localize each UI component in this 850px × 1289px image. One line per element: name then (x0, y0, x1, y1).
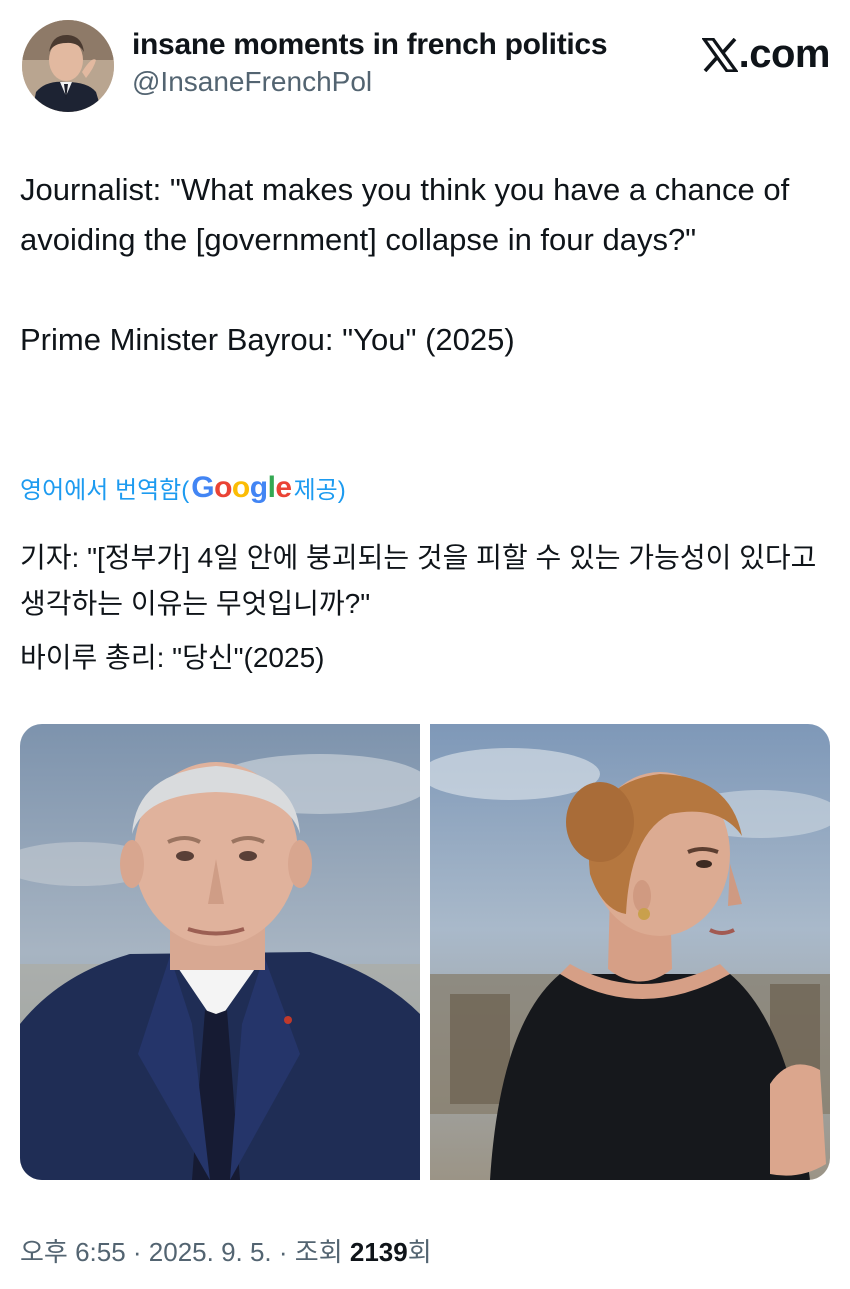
tweet-date[interactable]: 2025. 9. 5. (149, 1237, 272, 1267)
google-letter-4: g (249, 470, 268, 504)
journalist-image (430, 724, 830, 1180)
display-name[interactable]: insane moments in french politics (132, 26, 608, 64)
avatar-image (22, 20, 114, 112)
tweet-line-journalist: Journalist: "What makes you think you ha… (20, 172, 798, 257)
tweet-line-prime-minister: Prime Minister Bayrou: "You" (2025) (20, 322, 515, 357)
x-logo-icon (701, 37, 738, 72)
media-grid (20, 724, 830, 1180)
translated-text: 기자: "[정부가] 4일 안에 붕괴되는 것을 피할 수 있는 가능성이 있다… (20, 535, 830, 681)
translated-line-prime-minister: 바이루 총리: "당신"(2025) (20, 642, 325, 673)
views-count: 2139 (349, 1237, 408, 1267)
user-handle[interactable]: @InsaneFrenchPol (132, 64, 607, 100)
photo-prime-minister[interactable] (20, 724, 420, 1180)
x-com-text: .com (738, 32, 831, 76)
tweet-text: Journalist: "What makes you think you ha… (20, 165, 820, 365)
prime-minister-image (20, 724, 420, 1180)
google-letter-3: o (231, 470, 250, 504)
google-letter-2: o (214, 470, 232, 504)
google-logo: Google (191, 470, 292, 505)
views-label: 조회 (294, 1237, 350, 1267)
tweet-time[interactable]: 오후 6:55 (20, 1237, 126, 1267)
translated-line-journalist: 기자: "[정부가] 4일 안에 붕괴되는 것을 피할 수 있는 가능성이 있다… (20, 542, 817, 619)
tweet-meta: 오후 6:55 · 2025. 9. 5. · 조회 2139회 (20, 1232, 432, 1269)
views-suffix: 회 (407, 1237, 432, 1267)
avatar[interactable] (22, 20, 114, 112)
x-com-logo[interactable]: .com (701, 32, 831, 77)
photo-journalist[interactable] (430, 724, 830, 1180)
translation-attribution[interactable]: 영어에서 번역함( Google 제공) (20, 470, 346, 505)
translation-prefix: 영어에서 번역함( (20, 477, 190, 504)
meta-separator: · (271, 1237, 295, 1267)
translation-suffix: 제공) (293, 477, 346, 504)
tweet-header: insane moments in french politics @Insan… (20, 18, 831, 114)
google-letter-1: G (191, 470, 215, 504)
meta-separator: · (125, 1237, 149, 1267)
google-letter-6: e (275, 470, 292, 504)
